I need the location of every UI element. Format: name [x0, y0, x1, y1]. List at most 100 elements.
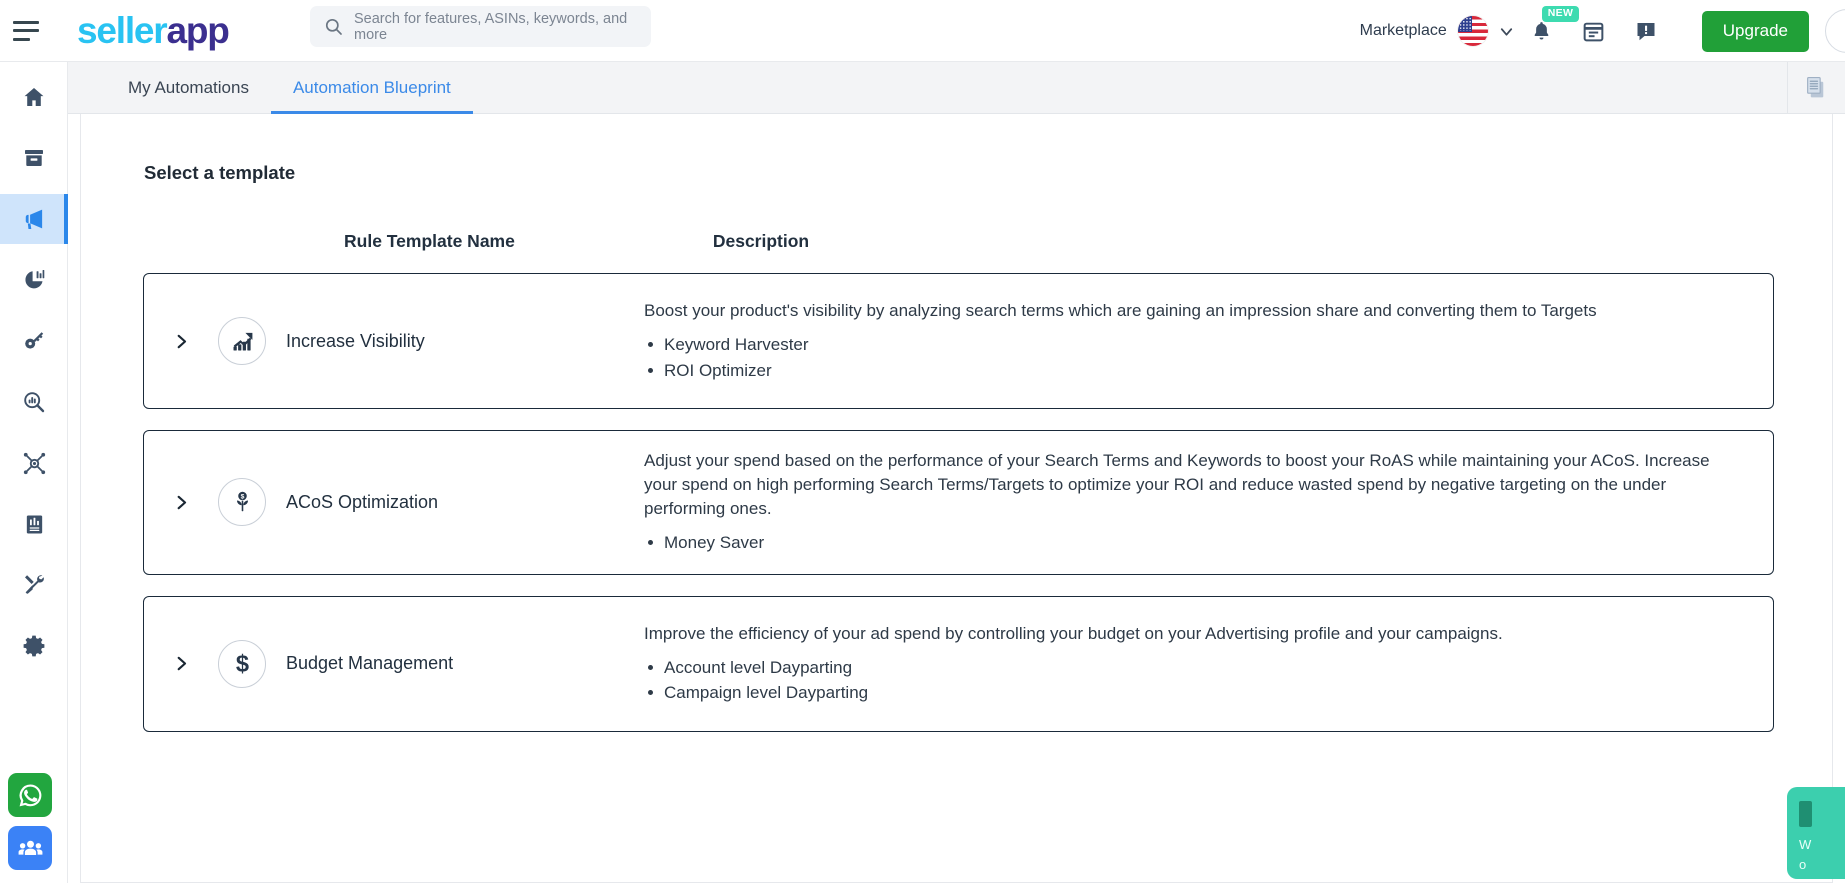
- sidebar-item-analytics[interactable]: [0, 255, 68, 305]
- template-card-increase-visibility[interactable]: Increase Visibility Boost your product's…: [143, 273, 1774, 409]
- documents-action-button[interactable]: [1787, 61, 1845, 113]
- svg-text:$: $: [235, 652, 248, 678]
- template-name: ACoS Optimization: [286, 491, 439, 512]
- hamburger-menu-icon[interactable]: [13, 20, 39, 41]
- chevron-right-icon: [177, 334, 186, 348]
- chevron-right-icon: [177, 495, 186, 510]
- report-book-icon: [26, 514, 42, 534]
- column-header-description: Description: [712, 231, 810, 251]
- sidebar-item-advertising[interactable]: [0, 194, 68, 244]
- chat-widget-line-2: o: [1799, 856, 1807, 872]
- sidebar-item-research[interactable]: [0, 377, 68, 427]
- template-description-cell: Boost your product's visibility by analy…: [644, 299, 1773, 383]
- tools-hammer-wrench-icon: [25, 575, 44, 594]
- sidebar-item-network[interactable]: [0, 438, 68, 488]
- chat-widget-mark-icon: [1799, 801, 1812, 827]
- search-placeholder-text: Search for features, ASINs, keywords, an…: [354, 10, 628, 43]
- template-description: Adjust your spend based on the performan…: [644, 451, 1710, 519]
- template-rule-list: Account level Dayparting Campaign level …: [644, 655, 1745, 706]
- template-rule-item: Campaign level Dayparting: [644, 680, 1745, 706]
- topbar-right-cluster: Marketplace NEW Upgrade: [1360, 0, 1845, 62]
- support-chat-widget[interactable]: W o: [1787, 787, 1845, 879]
- page-title: Select a template: [144, 162, 296, 183]
- dollar-sign-icon: $: [218, 639, 266, 688]
- whatsapp-button[interactable]: [8, 773, 52, 817]
- main-content-panel: Select a template Rule Template Name Des…: [80, 114, 1833, 883]
- user-avatar[interactable]: [1825, 9, 1845, 53]
- sidebar-item-keywords[interactable]: [0, 316, 68, 366]
- community-button[interactable]: [8, 826, 52, 870]
- top-navigation-bar: sellerapp Search for features, ASINs, ke…: [0, 0, 1845, 62]
- logo-text-app: app: [166, 10, 230, 51]
- left-sidebar-rail: [0, 62, 68, 883]
- template-description: Boost your product's visibility by analy…: [644, 300, 1597, 320]
- expand-template-button[interactable]: [144, 494, 218, 511]
- dollar-sign-glyph: $: [235, 652, 248, 678]
- template-card-budget-management[interactable]: $ Budget Management Improve the efficien…: [143, 595, 1774, 732]
- megaphone-icon: [25, 209, 43, 229]
- sidebar-item-reports[interactable]: [0, 499, 68, 549]
- trending-up-chart-icon: [218, 317, 266, 365]
- us-flag-icon[interactable]: [1457, 16, 1488, 46]
- logo-text-seller: seller: [77, 10, 168, 51]
- template-rule-list: Money Saver: [644, 530, 1745, 556]
- gear-icon: [23, 635, 45, 657]
- template-description-cell: Improve the efficiency of your ad spend …: [644, 622, 1773, 706]
- hub-network-icon: [23, 452, 45, 474]
- template-rule-item: Keyword Harvester: [644, 332, 1745, 358]
- key-icon: [25, 332, 44, 349]
- upgrade-button[interactable]: Upgrade: [1701, 10, 1809, 52]
- template-description-cell: Adjust your spend based on the performan…: [644, 449, 1773, 556]
- template-rule-list: Keyword Harvester ROI Optimizer: [644, 332, 1745, 383]
- calendar-button[interactable]: [1568, 0, 1620, 62]
- marketplace-label: Marketplace: [1359, 22, 1447, 39]
- bell-icon: [1534, 21, 1549, 40]
- app-root: sellerapp Search for features, ASINs, ke…: [0, 0, 1845, 883]
- sidebar-item-settings[interactable]: [0, 621, 68, 671]
- chevron-down-icon[interactable]: [1497, 22, 1516, 41]
- home-icon: [24, 88, 44, 106]
- pie-chart-icon: [25, 270, 45, 289]
- template-name: Increase Visibility: [286, 330, 425, 351]
- documents-copy-icon: [1807, 76, 1824, 97]
- template-description: Improve the efficiency of your ad spend …: [644, 623, 1503, 643]
- feedback-button[interactable]: [1620, 0, 1672, 62]
- page-tab-bar: My Automations Automation Blueprint: [68, 61, 1845, 114]
- money-plant-glyph: $: [236, 491, 248, 512]
- whatsapp-icon: [19, 783, 41, 806]
- sidebar-item-tools[interactable]: [0, 560, 68, 610]
- global-search-input[interactable]: Search for features, ASINs, keywords, an…: [310, 6, 651, 47]
- sidebar-item-products[interactable]: [0, 133, 68, 183]
- tab-automation-blueprint[interactable]: Automation Blueprint: [270, 62, 473, 114]
- template-card-identity: $ ACoS Optimization: [144, 478, 644, 527]
- notifications-button[interactable]: NEW: [1516, 0, 1580, 62]
- expand-template-button[interactable]: [144, 333, 218, 350]
- app-logo[interactable]: sellerapp: [77, 10, 230, 51]
- sidebar-item-home[interactable]: [0, 72, 68, 122]
- people-group-icon: [18, 840, 42, 855]
- calendar-icon: [1583, 22, 1604, 41]
- template-rule-item: Money Saver: [644, 530, 1745, 556]
- trending-up-chart-glyph: [233, 332, 252, 350]
- chat-widget-text: W o: [1799, 835, 1845, 874]
- template-rule-item: Account level Dayparting: [644, 655, 1745, 681]
- template-list: Increase Visibility Boost your product's…: [81, 273, 1832, 732]
- sidebar-floating-actions: [8, 773, 52, 879]
- column-header-rule-template-name: Rule Template Name: [344, 231, 515, 251]
- money-plant-icon: $: [218, 478, 266, 527]
- chat-widget-line-1: W: [1799, 837, 1812, 852]
- search-chart-icon: [24, 392, 45, 413]
- template-card-identity: $ Budget Management: [144, 639, 644, 688]
- tab-my-automations[interactable]: My Automations: [106, 62, 271, 114]
- archive-box-icon: [25, 150, 43, 166]
- template-card-identity: Increase Visibility: [144, 317, 644, 365]
- svg-text:$: $: [240, 494, 244, 501]
- chevron-right-icon: [177, 657, 186, 671]
- template-rule-item: ROI Optimizer: [644, 358, 1745, 384]
- template-name: Budget Management: [286, 653, 454, 674]
- template-card-acos-optimization[interactable]: $ ACoS Optimization Adjust your spend ba…: [143, 430, 1774, 575]
- feedback-alert-icon: [1637, 23, 1655, 41]
- search-icon: [325, 18, 342, 35]
- table-column-headers: Rule Template Name Description: [81, 231, 1832, 252]
- expand-template-button[interactable]: [144, 655, 218, 672]
